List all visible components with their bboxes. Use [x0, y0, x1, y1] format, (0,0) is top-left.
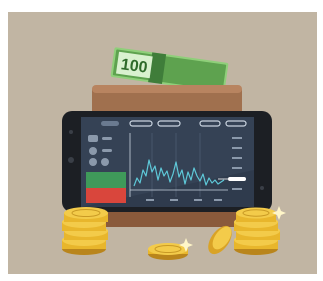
coin-stack-left [62, 207, 108, 255]
trading-screen [81, 117, 254, 207]
home-button [68, 157, 74, 163]
illustration-canvas: 100 [0, 0, 323, 281]
wallet-trading-illustration: 100 [0, 0, 323, 281]
camera-icon [69, 130, 73, 134]
menu-pill-1 [101, 121, 119, 126]
price-marker [228, 177, 246, 181]
smartphone [62, 111, 272, 212]
sell-panel [86, 188, 126, 203]
sensor-icon [260, 186, 264, 190]
coin-stack-right [234, 207, 280, 255]
buy-panel [86, 172, 126, 188]
